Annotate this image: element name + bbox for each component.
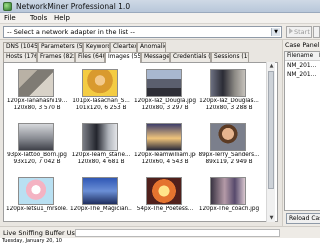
image-info: 120x80, 3 288 B <box>205 105 253 111</box>
image-filename: 120px-The_Magician... <box>70 206 132 212</box>
image-preview <box>210 123 246 151</box>
image-info: 120x80, 3 297 B <box>141 105 189 111</box>
taskbar-date: Tuesday, January 20, 10 <box>2 238 62 244</box>
image-filename: 93px-Tattoo_Born.jpg <box>7 152 67 158</box>
image-thumbnail[interactable]: 120px-Team_starie... 120x80, 4 681 B <box>70 121 130 171</box>
menu-help[interactable]: Help <box>54 14 70 22</box>
image-info: 89x119, 2 949 B <box>205 159 253 165</box>
image-preview <box>18 69 54 97</box>
case-file-list[interactable]: Filename MI NM_201... NM_201... <box>284 51 320 211</box>
title-bar: NetworkMiner Professional 1.0 <box>0 0 320 13</box>
image-preview <box>82 123 118 151</box>
image-thumbnail[interactable]: 120px-Taz_Dougla.jpg 120x80, 3 297 B <box>134 67 196 117</box>
image-info: 93x120, 7 042 B <box>13 159 61 165</box>
image-preview <box>146 69 182 97</box>
image-thumbnail[interactable]: 101px-Tasachan_S... 101x120, 6 253 B <box>70 67 130 117</box>
tab-keywords[interactable]: Keywords <box>83 42 110 52</box>
image-thumbnail[interactable]: 120px-Teamwilliam.jpg 120x60, 4 543 B <box>134 121 196 171</box>
image-filename: 120px-Taz_Douglas... <box>199 98 259 104</box>
tab-anomalies[interactable]: Anomalies <box>137 42 166 52</box>
image-filename: 120px-Tanahashi19... <box>6 98 68 104</box>
image-thumbnail[interactable]: 120px-Taz_Douglas... 120x80, 3 288 B <box>198 67 259 117</box>
case-panel-title: Case Panel <box>285 42 320 49</box>
image-thumbnail[interactable]: 54px-The_Poetess... <box>134 175 194 221</box>
image-filename: 54px-The_Poetess... <box>136 206 194 212</box>
stop-button[interactable] <box>313 26 320 38</box>
image-thumbnail[interactable]: 120px-Tanahashi19... 120x80, 3 570 B <box>6 67 68 117</box>
image-preview <box>210 177 246 205</box>
taskbar: Tuesday, January 20, 10 <box>0 238 320 246</box>
image-preview <box>146 123 182 151</box>
image-info: 120x60, 4 543 B <box>141 159 189 165</box>
case-panel: Case Panel Filename MI NM_201... NM_201.… <box>282 40 320 226</box>
tab-images[interactable]: Images (553) <box>105 52 141 63</box>
toolbar: -- Select a network adapter in the list … <box>0 24 320 40</box>
image-thumbnail[interactable]: 120px-The_coach.jpg <box>198 175 260 221</box>
status-bar: Live Sniffing Buffer Usage: <box>0 226 320 238</box>
image-thumbnail[interactable]: 93px-Tattoo_Born.jpg 93x120, 7 042 B <box>6 121 67 171</box>
image-preview <box>210 69 246 97</box>
tab-sessions[interactable]: Sessions (108) <box>211 52 249 62</box>
image-filename: 120px-The_coach.jpg <box>198 206 260 212</box>
image-filename: 89px-Terry_Sanders... <box>198 152 260 158</box>
image-filename: 120px-Tetsu1_mrsole... <box>6 206 68 212</box>
play-icon <box>289 28 293 34</box>
tab-parameters[interactable]: Parameters (559) <box>38 42 83 52</box>
image-info: 120x80, 4 681 B <box>77 159 125 165</box>
start-button[interactable]: Start <box>286 26 312 38</box>
buffer-usage-progress <box>75 229 280 237</box>
chevron-down-icon: ▼ <box>271 28 280 36</box>
tab-frames[interactable]: Frames (82xx) <box>37 52 75 62</box>
scrollbar-thumb[interactable] <box>268 71 274 189</box>
images-scrollbar[interactable]: ▲ ▼ <box>266 62 275 222</box>
scroll-up-icon[interactable]: ▲ <box>267 62 276 70</box>
image-thumbnail[interactable]: 89px-Terry_Sanders... 89x119, 2 949 B <box>198 121 260 171</box>
case-file-item[interactable]: NM_201... <box>287 63 316 69</box>
window-title: NetworkMiner Professional 1.0 <box>16 2 131 11</box>
tab-dns[interactable]: DNS (1045) <box>3 42 38 52</box>
image-preview <box>82 177 118 205</box>
reload-case-button[interactable]: Reload Case <box>286 213 320 224</box>
image-info: 101x120, 6 253 B <box>75 105 127 111</box>
tab-messages[interactable]: Messages <box>141 52 170 62</box>
image-filename: 120px-Taz_Dougla.jpg <box>134 98 196 104</box>
scroll-down-icon[interactable]: ▼ <box>267 214 276 222</box>
tab-files[interactable]: Files (640) <box>75 52 105 62</box>
app-icon <box>3 2 12 11</box>
image-preview <box>18 177 54 205</box>
tab-cleartext[interactable]: Cleartext <box>110 42 137 52</box>
case-file-item[interactable]: NM_201... <box>287 72 316 78</box>
network-adapter-select[interactable]: -- Select a network adapter in the list … <box>3 26 282 38</box>
tab-hosts[interactable]: Hosts (176) <box>3 52 37 62</box>
image-preview <box>18 123 54 151</box>
image-filename: 101px-Tasachan_S... <box>72 98 130 104</box>
column-filename: Filename <box>287 53 314 59</box>
image-info: 120x80, 3 570 B <box>13 105 61 111</box>
menu-bar: File Tools Help <box>0 13 320 24</box>
tab-credentials[interactable]: Credentials (26) <box>170 52 211 62</box>
adapter-select-value: -- Select a network adapter in the list … <box>7 28 135 36</box>
menu-tools[interactable]: Tools <box>30 14 47 22</box>
images-panel: 120px-Tanahashi19... 120x80, 3 570 B 101… <box>3 62 278 222</box>
image-thumbnail[interactable]: 120px-Tetsu1_mrsole... <box>6 175 68 221</box>
image-filename: 120px-Teamwilliam.jpg <box>134 152 196 158</box>
start-label: Start <box>294 28 310 36</box>
menu-file[interactable]: File <box>4 14 16 22</box>
image-filename: 120px-Team_starie... <box>71 152 131 158</box>
image-preview <box>82 69 118 97</box>
image-preview <box>146 177 182 205</box>
case-list-header[interactable]: Filename MI <box>285 52 320 61</box>
image-thumbnail[interactable]: 120px-The_Magician... <box>70 175 132 221</box>
